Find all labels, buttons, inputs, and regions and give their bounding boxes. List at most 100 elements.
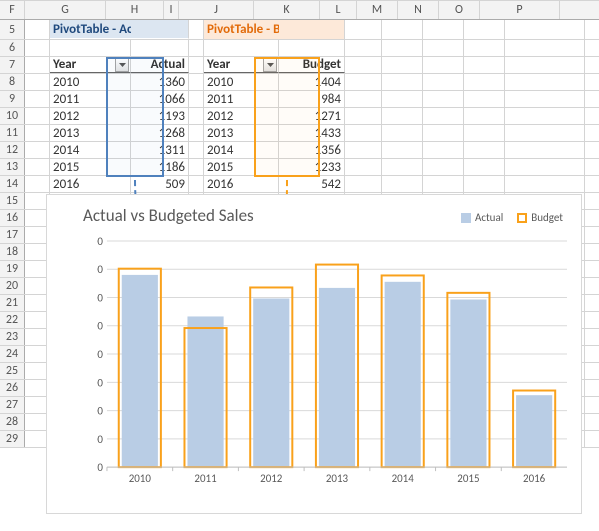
cell[interactable]: [345, 40, 382, 56]
cell[interactable]: [464, 108, 505, 124]
row-header[interactable]: 17: [0, 227, 25, 243]
row-header[interactable]: 18: [0, 244, 25, 260]
cell[interactable]: [25, 74, 50, 90]
col-header-J[interactable]: J: [179, 1, 254, 19]
cell[interactable]: [382, 108, 423, 124]
cell[interactable]: 1360: [131, 74, 189, 90]
cell[interactable]: [25, 40, 50, 56]
cell[interactable]: [345, 125, 382, 141]
col-header-K[interactable]: K: [254, 1, 320, 19]
cell[interactable]: 2016: [50, 176, 131, 192]
row-header[interactable]: 16: [0, 210, 25, 226]
cell[interactable]: [189, 159, 204, 175]
pivot-title-budget[interactable]: PivotTable - Budget: [204, 20, 279, 39]
cell[interactable]: [382, 20, 423, 39]
cell[interactable]: [25, 57, 50, 73]
cell[interactable]: 2010: [50, 74, 131, 90]
cell[interactable]: 2013: [50, 125, 131, 141]
cell[interactable]: [345, 91, 382, 107]
cell[interactable]: 542: [279, 176, 345, 192]
cell[interactable]: 2015: [204, 159, 279, 175]
cell[interactable]: [25, 20, 50, 39]
cell[interactable]: [189, 108, 204, 124]
cell[interactable]: 984: [279, 91, 345, 107]
cell[interactable]: [464, 20, 505, 39]
cell[interactable]: [25, 91, 50, 107]
col-header-P[interactable]: P: [480, 1, 560, 19]
cell[interactable]: [345, 159, 382, 175]
cell[interactable]: [505, 20, 585, 39]
cell[interactable]: 2010: [204, 74, 279, 90]
cell[interactable]: [423, 125, 464, 141]
cell[interactable]: [464, 74, 505, 90]
cell[interactable]: 1271: [279, 108, 345, 124]
col-header-N[interactable]: N: [398, 1, 439, 19]
row-header[interactable]: 20: [0, 278, 25, 294]
cell[interactable]: 2014: [50, 142, 131, 158]
row-header[interactable]: 28: [0, 414, 25, 430]
cell[interactable]: [423, 74, 464, 90]
cell[interactable]: [345, 74, 382, 90]
cell[interactable]: [189, 142, 204, 158]
pivot-title-actual[interactable]: PivotTable - Actual: [50, 20, 131, 39]
filter-dropdown-icon[interactable]: [115, 58, 129, 72]
col-header-O[interactable]: O: [439, 1, 480, 19]
row-header[interactable]: 6: [0, 40, 25, 56]
cell[interactable]: [505, 91, 585, 107]
cell[interactable]: [345, 142, 382, 158]
cell[interactable]: 1193: [131, 108, 189, 124]
cell[interactable]: [423, 142, 464, 158]
cell[interactable]: 1268: [131, 125, 189, 141]
cell[interactable]: [382, 74, 423, 90]
header-year-a[interactable]: Year: [50, 57, 131, 73]
cell[interactable]: [423, 91, 464, 107]
cell[interactable]: [505, 74, 585, 90]
cell[interactable]: [131, 20, 189, 39]
cell[interactable]: 1066: [131, 91, 189, 107]
row-header[interactable]: 19: [0, 261, 25, 277]
cell[interactable]: [464, 125, 505, 141]
cell[interactable]: 2011: [204, 91, 279, 107]
cell[interactable]: [189, 40, 204, 56]
cell[interactable]: [382, 176, 423, 192]
col-header-G[interactable]: G: [25, 1, 106, 19]
row-header[interactable]: 9: [0, 91, 25, 107]
row-header[interactable]: 14: [0, 176, 25, 192]
cell[interactable]: [464, 176, 505, 192]
row-header[interactable]: 8: [0, 74, 25, 90]
cell[interactable]: [189, 125, 204, 141]
row-header[interactable]: 27: [0, 397, 25, 413]
cell[interactable]: 2012: [204, 108, 279, 124]
cell[interactable]: [189, 57, 204, 73]
cell[interactable]: 2015: [50, 159, 131, 175]
cell[interactable]: [464, 57, 505, 73]
cell[interactable]: [131, 40, 189, 56]
cell[interactable]: [505, 125, 585, 141]
cell[interactable]: 2011: [50, 91, 131, 107]
row-header[interactable]: 21: [0, 295, 25, 311]
filter-dropdown-icon[interactable]: [263, 58, 277, 72]
cell[interactable]: 2014: [204, 142, 279, 158]
cell[interactable]: [423, 159, 464, 175]
cell[interactable]: [505, 176, 585, 192]
cell[interactable]: 509: [131, 176, 189, 192]
row-header[interactable]: 11: [0, 125, 25, 141]
cell[interactable]: 2012: [50, 108, 131, 124]
cell[interactable]: [505, 40, 585, 56]
cell[interactable]: [279, 20, 345, 39]
cell[interactable]: [382, 91, 423, 107]
cell[interactable]: [189, 176, 204, 192]
cell[interactable]: [423, 40, 464, 56]
cell[interactable]: [50, 40, 131, 56]
cell[interactable]: [505, 57, 585, 73]
cell[interactable]: [25, 108, 50, 124]
cell[interactable]: 1311: [131, 142, 189, 158]
row-header[interactable]: 13: [0, 159, 25, 175]
cell[interactable]: [423, 20, 464, 39]
cell[interactable]: 2013: [204, 125, 279, 141]
cell[interactable]: [464, 40, 505, 56]
cell[interactable]: [505, 142, 585, 158]
row-header[interactable]: 7: [0, 57, 25, 73]
cell[interactable]: 1433: [279, 125, 345, 141]
col-header-H[interactable]: H: [106, 1, 164, 19]
